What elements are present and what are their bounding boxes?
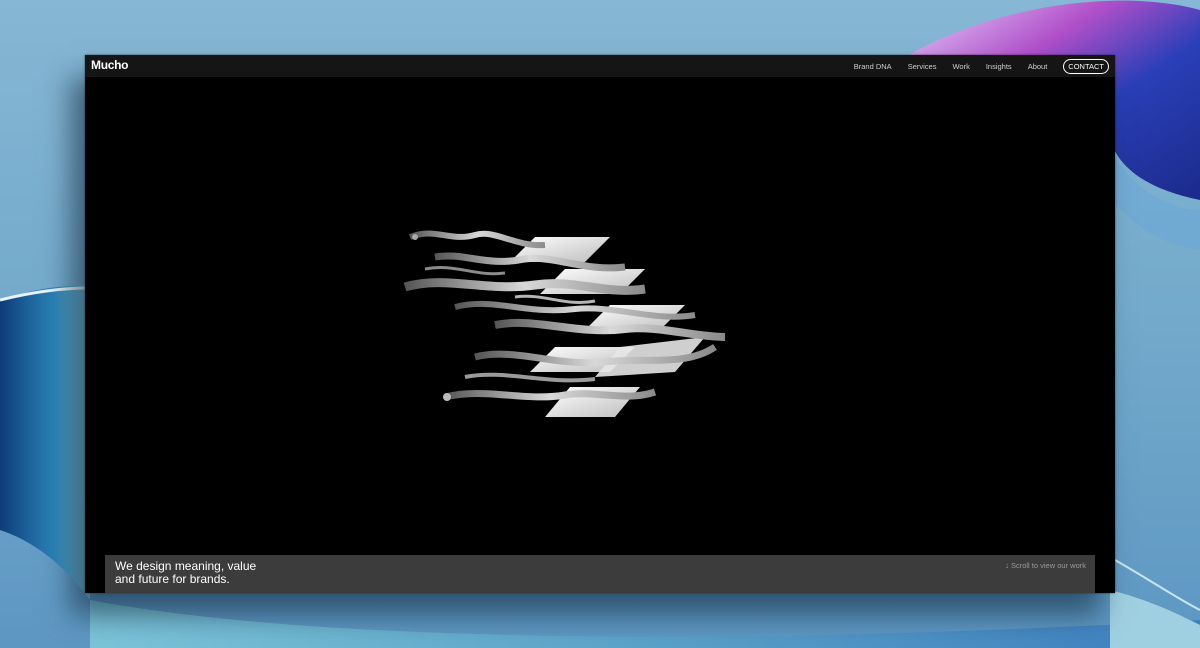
hero-ribbon-logo-art — [403, 230, 726, 417]
browser-window: Mucho Brand DNA Services Work Insights A… — [85, 55, 1115, 593]
nav-work[interactable]: Work — [952, 62, 969, 71]
site-logo[interactable]: Mucho — [91, 58, 128, 72]
nav-insights[interactable]: Insights — [986, 62, 1012, 71]
site-navbar: Mucho Brand DNA Services Work Insights A… — [85, 55, 1115, 77]
contact-button[interactable]: CONTACT — [1063, 58, 1109, 74]
hero-section: We design meaning, value and future for … — [85, 77, 1115, 593]
headline-line-2: and future for brands. — [115, 572, 230, 586]
hero-headline: We design meaning, value and future for … — [115, 560, 256, 586]
scroll-hint-label: Scroll to view our work — [1010, 561, 1086, 570]
nav-services[interactable]: Services — [908, 62, 937, 71]
main-nav: Brand DNA Services Work Insights About C… — [838, 55, 1109, 77]
nav-brand-dna[interactable]: Brand DNA — [854, 62, 892, 71]
nav-about[interactable]: About — [1028, 62, 1048, 71]
arrow-down-icon: ↓ — [1004, 561, 1009, 570]
tagline-bar: We design meaning, value and future for … — [105, 555, 1095, 593]
scroll-to-work-link[interactable]: ↓ Scroll to view our work — [1005, 561, 1086, 570]
